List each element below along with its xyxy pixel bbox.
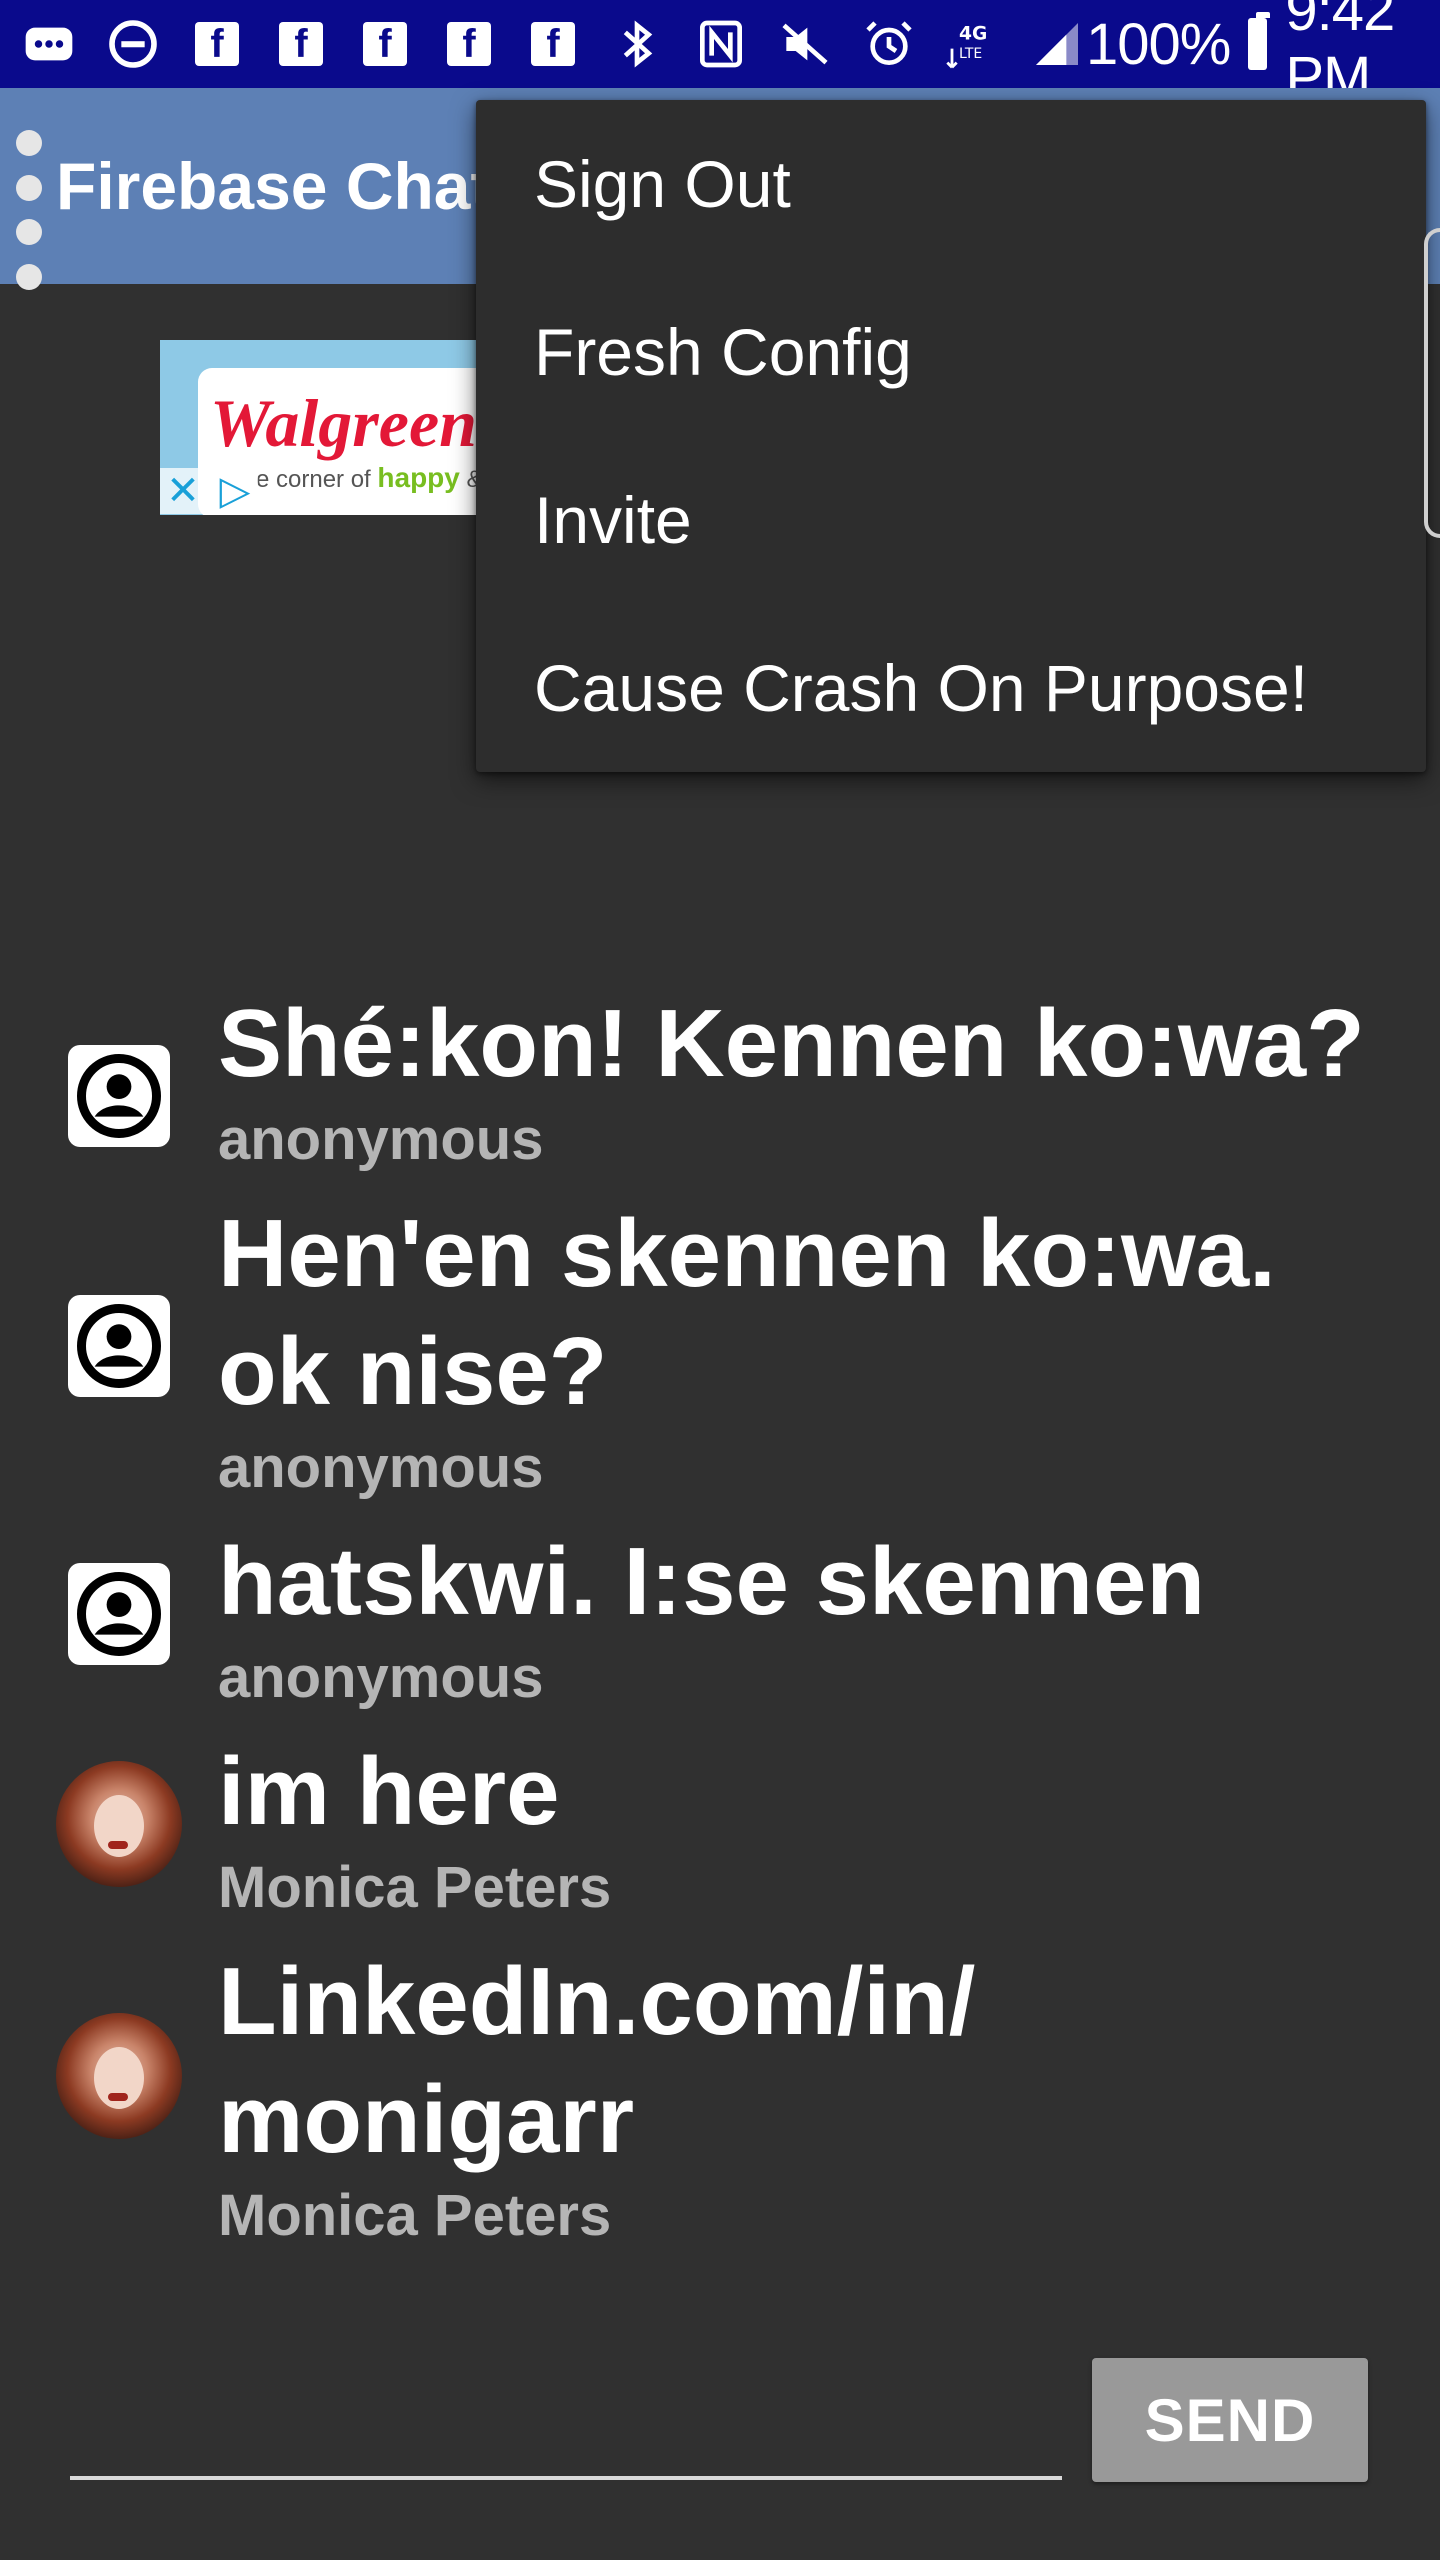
message-item: Shé:kon! Kennen ko:wa? anonymous bbox=[0, 985, 1440, 1195]
ad-banner[interactable]: Walgreens e corner of happy & ✕ ▷ bbox=[160, 340, 500, 515]
facebook-icon: f bbox=[356, 15, 414, 73]
message-text: Hen'en skennen ko:wa. ok nise? bbox=[218, 1200, 1276, 1425]
menu-item-cause-crash[interactable]: Cause Crash On Purpose! bbox=[476, 604, 1426, 772]
message-text: hatskwi. I:se skennen bbox=[218, 1528, 1206, 1635]
send-button[interactable]: SEND bbox=[1092, 2358, 1368, 2482]
overflow-popup-menu: Sign Out Fresh Config Invite Cause Crash… bbox=[476, 100, 1426, 772]
ad-tagline: e corner of happy & bbox=[256, 462, 483, 494]
menu-item-sign-out[interactable]: Sign Out bbox=[476, 100, 1426, 268]
message-author: Monica Peters bbox=[218, 1855, 612, 1920]
default-avatar-icon bbox=[68, 1295, 170, 1397]
message-input[interactable] bbox=[70, 2400, 1062, 2480]
do-not-disturb-icon bbox=[104, 15, 162, 73]
status-bar: f f f f f 4G LTE 100% 9:42 PM bbox=[0, 0, 1440, 110]
message-item: im here Monica Peters bbox=[0, 1733, 1440, 1943]
menu-item-fresh-config[interactable]: Fresh Config bbox=[476, 268, 1426, 436]
edge-panel-handle[interactable] bbox=[1424, 228, 1440, 538]
svg-text:LTE: LTE bbox=[959, 46, 982, 62]
4g-lte-icon: 4G LTE bbox=[944, 15, 1002, 73]
signal-icon bbox=[1028, 15, 1086, 73]
mute-icon bbox=[776, 15, 834, 73]
ad-brand-logo: Walgreens bbox=[210, 385, 500, 461]
profile-photo bbox=[56, 1761, 182, 1887]
ad-choices-icon[interactable]: ▷ bbox=[212, 468, 258, 514]
default-avatar-icon bbox=[68, 1045, 170, 1147]
profile-photo bbox=[56, 2013, 182, 2139]
message-text: Shé:kon! Kennen ko:wa? bbox=[218, 990, 1365, 1097]
message-author: anonymous bbox=[218, 1435, 544, 1500]
alarm-icon bbox=[860, 15, 918, 73]
ad-tagline-highlight: happy bbox=[377, 462, 460, 493]
notification-icons: f f f f f 4G LTE bbox=[20, 15, 1086, 73]
message-item: Hen'en skennen ko:wa. ok nise? anonymous bbox=[0, 1195, 1440, 1523]
ad-close-icon[interactable]: ✕ bbox=[160, 468, 206, 514]
bluetooth-icon bbox=[608, 15, 666, 73]
messages-icon bbox=[20, 15, 78, 73]
facebook-icon: f bbox=[440, 15, 498, 73]
message-item: LinkedIn.com/in/ monigarr Monica Peters bbox=[0, 1943, 1440, 2271]
message-author: Monica Peters bbox=[218, 2183, 612, 2248]
svg-text:4G: 4G bbox=[959, 23, 987, 44]
facebook-icon: f bbox=[272, 15, 330, 73]
facebook-icon: f bbox=[524, 15, 582, 73]
battery-icon bbox=[1248, 12, 1271, 70]
app-title: Firebase Chat bbox=[56, 149, 493, 223]
message-list[interactable]: Shé:kon! Kennen ko:wa? anonymous Hen'en … bbox=[0, 985, 1440, 2271]
default-avatar-icon bbox=[68, 1563, 170, 1665]
message-item: hatskwi. I:se skennen anonymous bbox=[0, 1523, 1440, 1733]
menu-item-invite[interactable]: Invite bbox=[476, 436, 1426, 604]
ad-tagline-prefix: e corner of bbox=[256, 466, 378, 493]
nfc-icon bbox=[692, 15, 750, 73]
message-text: im here bbox=[218, 1738, 560, 1845]
facebook-icon: f bbox=[188, 15, 246, 73]
message-author: anonymous bbox=[218, 1107, 544, 1172]
message-author: anonymous bbox=[218, 1645, 544, 1710]
overflow-menu-icon[interactable] bbox=[14, 130, 44, 290]
battery-percent: 100% bbox=[1086, 11, 1231, 77]
message-text: LinkedIn.com/in/ monigarr bbox=[218, 1948, 976, 2173]
